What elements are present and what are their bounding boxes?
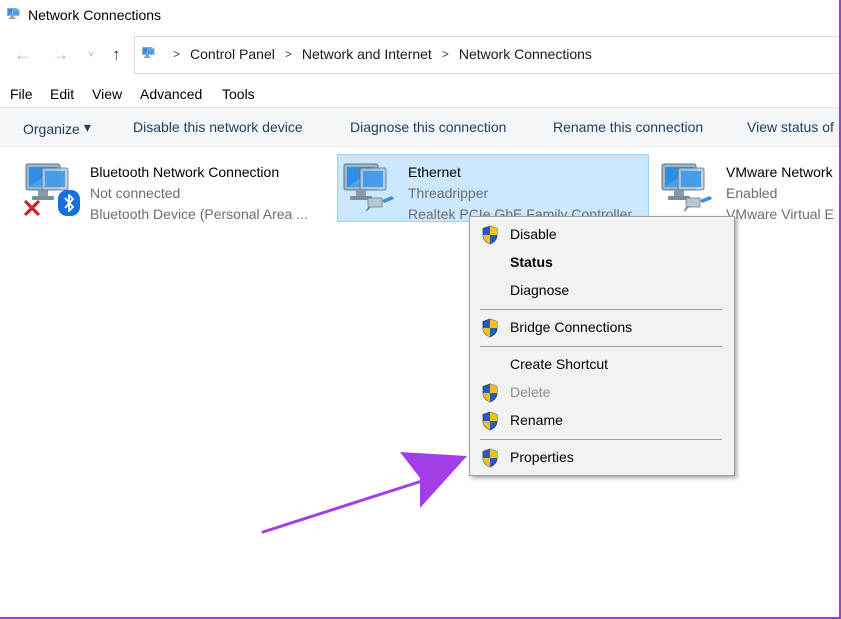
recent-locations-chevron-icon[interactable]: ˅ — [88, 49, 94, 61]
menu-item-properties[interactable]: Properties — [470, 445, 734, 471]
menu-item-label: Create Shortcut — [510, 356, 609, 372]
uac-shield-icon — [481, 383, 499, 403]
menu-separator — [480, 346, 722, 347]
title-bar: Network Connections — [0, 0, 839, 32]
forward-arrow-icon[interactable]: → — [52, 45, 69, 65]
connection-item-vmware[interactable]: VMware Network Enabled VMware Virtual E — [658, 160, 839, 222]
connection-item-ethernet[interactable]: Ethernet Threadripper Realtek PCIe GbE F… — [340, 160, 648, 222]
connection-item-bluetooth[interactable]: Bluetooth Network Connection Not connect… — [22, 160, 322, 222]
network-connections-icon — [6, 7, 22, 23]
breadcrumb-control-panel[interactable]: Control Panel — [190, 46, 275, 62]
ethernet-plug-icon — [366, 192, 396, 212]
organize-label: Organize — [23, 121, 80, 137]
back-arrow-icon[interactable]: ← — [14, 45, 31, 65]
connection-device: VMware Virtual E — [726, 206, 834, 222]
menu-item-rename[interactable]: Rename — [470, 408, 734, 434]
uac-shield-icon — [481, 225, 499, 245]
menu-item-label: Properties — [510, 449, 574, 465]
menu-item-diagnose[interactable]: Diagnose — [470, 278, 734, 304]
menu-advanced[interactable]: Advanced — [140, 86, 202, 102]
network-folder-icon — [140, 46, 158, 62]
menu-separator — [480, 309, 722, 310]
connection-status: Threadripper — [408, 185, 489, 201]
connection-status: Enabled — [726, 185, 778, 201]
menu-item-create-shortcut[interactable]: Create Shortcut — [470, 352, 734, 378]
menu-bar: File Edit View Advanced Tools — [0, 84, 839, 106]
menu-item-status[interactable]: Status — [470, 250, 734, 276]
menu-edit[interactable]: Edit — [50, 86, 74, 102]
connection-name: Ethernet — [408, 164, 461, 180]
rename-connection-button[interactable]: Rename this connection — [553, 119, 703, 135]
connection-status: Not connected — [90, 185, 181, 201]
disconnected-x-icon — [24, 200, 40, 216]
menu-file[interactable]: File — [10, 86, 33, 102]
breadcrumb-separator-icon: > — [173, 47, 181, 61]
menu-separator — [480, 439, 722, 440]
command-bar: Organize ▾ Disable this network device Di… — [0, 107, 839, 147]
menu-item-label: Status — [510, 254, 553, 270]
uac-shield-icon — [481, 448, 499, 468]
connection-device: Bluetooth Device (Personal Area ... — [90, 206, 308, 222]
menu-item-label: Disable — [510, 226, 557, 242]
ethernet-plug-icon — [684, 192, 714, 212]
menu-item-label: Rename — [510, 412, 563, 428]
menu-item-delete: Delete — [470, 380, 734, 406]
bluetooth-icon — [58, 190, 80, 216]
connection-name: Bluetooth Network Connection — [90, 164, 280, 180]
breadcrumb-network-and-internet[interactable]: Network and Internet — [302, 46, 432, 62]
organize-dropdown-caret-icon: ▾ — [83, 119, 91, 135]
address-bar[interactable]: > Control Panel > Network and Internet >… — [134, 36, 840, 74]
up-arrow-icon[interactable]: ↑ — [112, 45, 121, 65]
breadcrumb: > Control Panel > Network and Internet >… — [163, 46, 592, 62]
menu-item-label: Diagnose — [510, 282, 570, 298]
menu-tools[interactable]: Tools — [222, 86, 255, 102]
organize-button[interactable]: Organize ▾ — [23, 119, 91, 137]
breadcrumb-network-connections[interactable]: Network Connections — [459, 46, 592, 62]
disable-device-button[interactable]: Disable this network device — [133, 119, 303, 135]
window-title: Network Connections — [28, 7, 162, 23]
uac-shield-icon — [481, 411, 499, 431]
diagnose-connection-button[interactable]: Diagnose this connection — [350, 119, 506, 135]
breadcrumb-separator-icon[interactable]: > — [285, 47, 292, 61]
uac-shield-icon — [481, 318, 499, 338]
menu-view[interactable]: View — [92, 86, 122, 102]
context-menu: Disable Status Diagnose Bridge Connectio… — [469, 216, 735, 476]
connection-name: VMware Network — [726, 164, 833, 180]
navigation-row: ← → ˅ ↑ > Control Panel > Network and In… — [0, 36, 840, 74]
menu-item-bridge-connections[interactable]: Bridge Connections — [470, 315, 734, 341]
breadcrumb-separator-icon[interactable]: > — [442, 47, 449, 61]
menu-item-label: Delete — [510, 384, 551, 400]
menu-item-label: Bridge Connections — [510, 319, 633, 335]
view-status-button[interactable]: View status of — [747, 119, 834, 135]
menu-item-disable[interactable]: Disable — [470, 222, 734, 248]
